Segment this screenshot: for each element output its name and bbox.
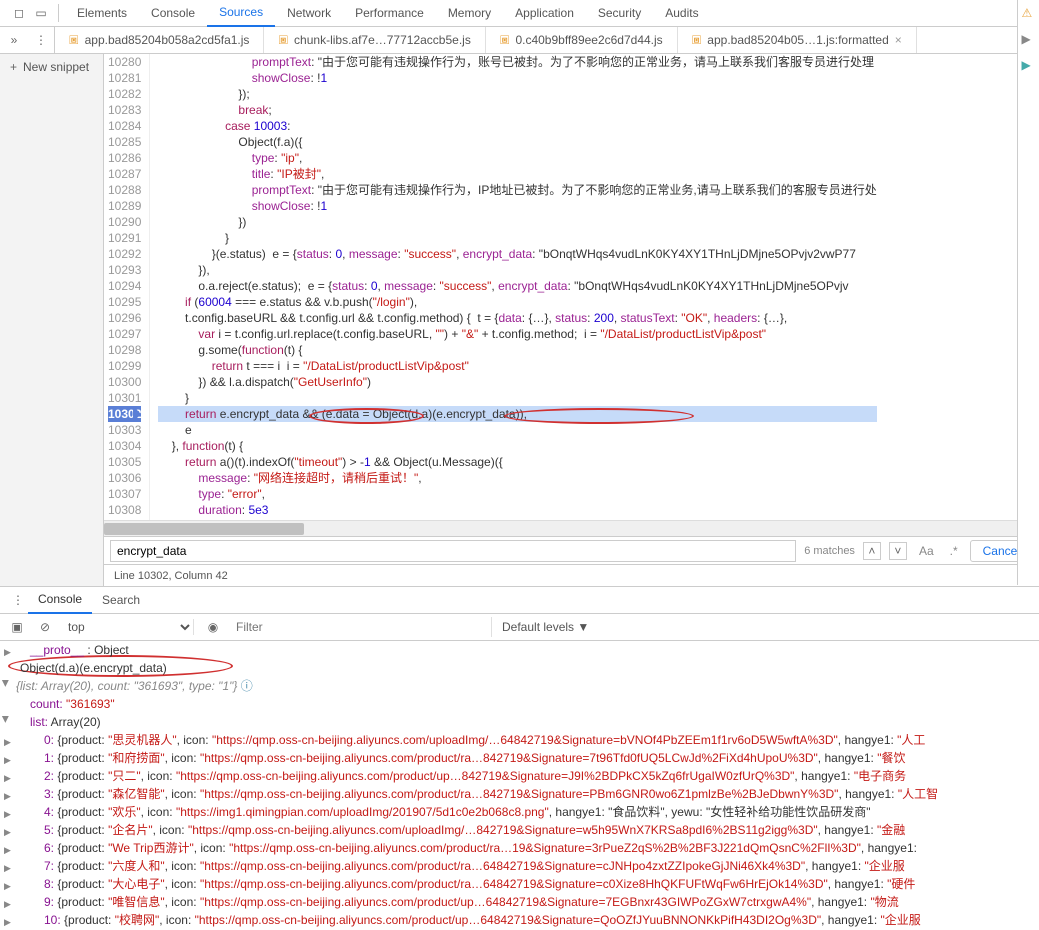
eye-icon[interactable]: ◉ (204, 620, 222, 634)
js-icon: 🞖 (500, 33, 510, 48)
sidebar-toggle-icon[interactable]: ▣ (8, 620, 26, 634)
list-item[interactable]: ▶8: {product: "大心电子", icon: "https://qmp… (2, 875, 1039, 893)
console-expression: Object(d.a)(e.encrypt_data) (2, 659, 1039, 677)
file-tab-1[interactable]: 🞖chunk-libs.af7e…77712accb5e.js (264, 27, 485, 53)
cursor-position: Line 10302, Column 42 (114, 570, 228, 582)
tab-network[interactable]: Network (275, 0, 343, 26)
file-tabs: 🞖app.bad85204b058a2cd5fa1.js 🞖chunk-libs… (54, 27, 1015, 53)
code-pane[interactable]: promptText: "由于您可能有违规操作行为，账号已被封。为了不影响您的正… (150, 54, 876, 520)
arrow-icon[interactable]: ▶ (1022, 32, 1036, 46)
tab-console[interactable]: Console (139, 0, 207, 26)
console-toolbar: ▣ ⊘ top ◉ Default levels ▼ (0, 614, 1039, 641)
warning-icon[interactable]: ⚠ (1022, 6, 1036, 20)
console-body[interactable]: ▶__proto__ : Object Object(d.a)(e.encryp… (0, 641, 1039, 929)
more-icon[interactable]: ⋮ (28, 33, 54, 47)
js-icon: 🞖 (278, 33, 288, 48)
clear-console-icon[interactable]: ⊘ (36, 620, 54, 634)
plus-icon: + (10, 60, 17, 74)
list-item[interactable]: ▶3: {product: "森亿智能", icon: "https://qmp… (2, 785, 1039, 803)
tab-performance[interactable]: Performance (343, 0, 436, 26)
search-bar: 6 matches ˄ ˅ Aa .* Cancel (104, 536, 1039, 564)
console-filter-input[interactable] (232, 617, 492, 637)
list-item[interactable]: ▶1: {product: "和府捞面", icon: "https://qmp… (2, 749, 1039, 767)
tab-audits[interactable]: Audits (653, 0, 710, 26)
drawer-tabs: ⋮ Console Search (0, 586, 1039, 614)
tab-elements[interactable]: Elements (65, 0, 139, 26)
levels-select[interactable]: Default levels ▼ (502, 620, 589, 634)
tab-memory[interactable]: Memory (436, 0, 503, 26)
status-bar: Line 10302, Column 42 (104, 564, 1039, 586)
device-icon[interactable]: ▭ (30, 2, 52, 24)
right-strip: ⚠ ▶ ▶ (1017, 0, 1039, 585)
match-count: 6 matches (804, 545, 855, 557)
tab-sources[interactable]: Sources (207, 0, 275, 27)
js-icon: 🞖 (69, 33, 79, 48)
file-tab-3[interactable]: 🞖app.bad85204b05…1.js:formatted× (678, 27, 917, 53)
case-toggle[interactable]: Aa (915, 544, 938, 558)
context-select[interactable]: top (64, 619, 194, 635)
tab-security[interactable]: Security (586, 0, 653, 26)
file-tab-0[interactable]: 🞖app.bad85204b058a2cd5fa1.js (55, 27, 264, 53)
list-item[interactable]: ▶10: {product: "校聘网", icon: "https://qmp… (2, 911, 1039, 929)
h-scrollbar[interactable] (104, 520, 1039, 536)
close-icon[interactable]: × (895, 33, 902, 47)
line-gutter[interactable]: 1028010281102821028310284102851028610287… (104, 54, 150, 520)
next-match-button[interactable]: ˅ (889, 542, 907, 560)
file-tab-2[interactable]: 🞖0.c40b9bff89ee2c6d7d44.js (486, 27, 678, 53)
list-item[interactable]: ▶5: {product: "企名片", icon: "https://qmp.… (2, 821, 1039, 839)
search-input[interactable] (110, 540, 796, 562)
source-file-row: » ⋮ 🞖app.bad85204b058a2cd5fa1.js 🞖chunk-… (0, 27, 1039, 54)
list-item[interactable]: ▶4: {product: "欢乐", icon: "https://img1.… (2, 803, 1039, 821)
drawer-tab-search[interactable]: Search (92, 587, 150, 613)
list-item[interactable]: ▶0: {product: "思灵机器人", icon: "https://qm… (2, 731, 1039, 749)
arrow-icon[interactable]: ▶ (1022, 58, 1036, 72)
chevron-right-icon[interactable]: » (0, 33, 28, 47)
devtools-tabs: ◻ ▭ Elements Console Sources Network Per… (0, 0, 1039, 27)
list-item[interactable]: ▶2: {product: "只二", icon: "https://qmp.o… (2, 767, 1039, 785)
tab-application[interactable]: Application (503, 0, 586, 26)
inspect-icon[interactable]: ◻ (8, 2, 30, 24)
list-item[interactable]: ▶9: {product: "唯智信息", icon: "https://qmp… (2, 893, 1039, 911)
list-item[interactable]: ▶6: {product: "We Trip西游计", icon: "https… (2, 839, 1039, 857)
more-icon[interactable]: ⋮ (8, 593, 28, 607)
list-item[interactable]: ▶7: {product: "六度人和", icon: "https://qmp… (2, 857, 1039, 875)
prev-match-button[interactable]: ˄ (863, 542, 881, 560)
new-snippet-button[interactable]: +New snippet (0, 54, 103, 80)
js-icon: 🞖 (692, 33, 702, 48)
side-pane: +New snippet (0, 54, 104, 586)
regex-toggle[interactable]: .* (946, 544, 962, 558)
drawer-tab-console[interactable]: Console (28, 586, 92, 614)
